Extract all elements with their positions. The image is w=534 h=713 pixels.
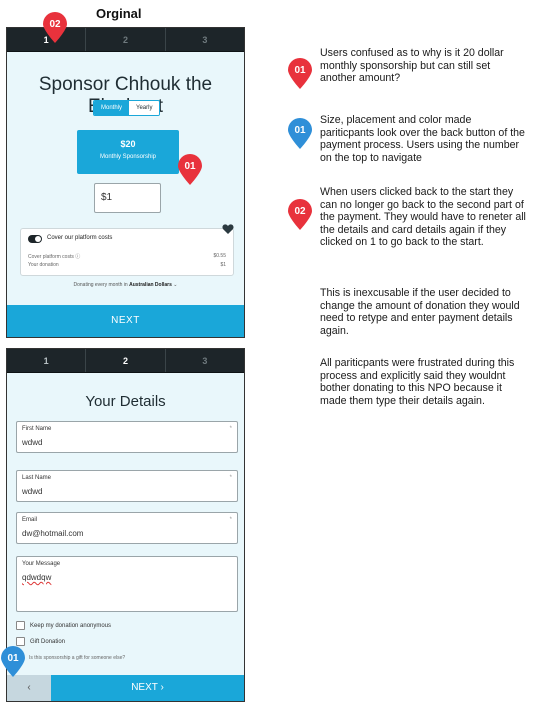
- marker-number: 02: [49, 19, 61, 30]
- payment-step-2-screen: 1 2 3 Your Details First Name * wdwd Las…: [6, 348, 245, 702]
- heart-icon: [222, 224, 234, 234]
- cover-costs-box: Cover our platform costs Cover platform …: [20, 228, 234, 276]
- step-2-tab[interactable]: 2: [86, 349, 166, 372]
- last-name-field[interactable]: Last Name * wdwd: [16, 470, 238, 502]
- donation-label: Your donation: [28, 262, 59, 268]
- marker-number: 02: [294, 206, 306, 217]
- payment-step-1-screen: 1 2 3 Sponsor Chhouk the Elephant Monthl…: [6, 27, 245, 338]
- frequency-toggle: Monthly Yearly: [93, 100, 161, 116]
- annotation-marker-01: 01: [287, 58, 313, 90]
- gift-note: Is this sponsorship a gift for someone e…: [29, 655, 126, 661]
- required-marker: *: [229, 517, 232, 523]
- cover-costs-switch[interactable]: [28, 235, 42, 243]
- message-value: qdwdqw: [22, 573, 52, 582]
- annotation-marker-02: 02: [287, 199, 313, 231]
- marker-number: 01: [294, 125, 306, 136]
- details-title: Your Details: [85, 393, 166, 410]
- required-marker: *: [229, 475, 232, 481]
- last-name-value: wdwd: [22, 487, 43, 496]
- step-3-tab[interactable]: 3: [166, 349, 244, 372]
- note-frustration: All pariticpants were frustrated during …: [320, 357, 515, 407]
- step-3-tab[interactable]: 3: [166, 28, 244, 51]
- monthly-toggle-button[interactable]: Monthly: [94, 101, 130, 115]
- amount-label: Monthly Sponsorship: [99, 154, 157, 160]
- anonymous-label: Keep my donation anonymous: [30, 622, 112, 629]
- first-name-field[interactable]: First Name * wdwd: [16, 421, 238, 453]
- anonymous-checkbox-row[interactable]: Keep my donation anonymous: [16, 621, 111, 630]
- donation-value: $1: [220, 262, 226, 268]
- email-label: Email: [22, 517, 38, 523]
- donation-row: Your donation $1: [28, 262, 226, 268]
- note-amount-confusion: Users confused as to why is it 20 dollar…: [320, 47, 504, 84]
- annotation-marker-01: 01: [177, 154, 203, 186]
- message-field[interactable]: Your Message qdwdqw: [16, 556, 238, 612]
- currency-selector[interactable]: Donating every month in Australian Dolla…: [7, 282, 244, 288]
- first-name-value: wdwd: [22, 438, 43, 447]
- yearly-toggle-button[interactable]: Yearly: [129, 101, 160, 115]
- note-navigation-reset: When users clicked back to the start the…: [320, 186, 526, 248]
- amount-value: $20: [120, 139, 136, 149]
- step-2-tab[interactable]: 2: [86, 28, 166, 51]
- gift-checkbox-row[interactable]: Gift Donation: [16, 637, 65, 646]
- marker-number: 01: [7, 653, 19, 664]
- marker-number: 01: [184, 161, 196, 172]
- platform-cost-value: $0.55: [213, 253, 226, 259]
- step-navigation-bar: 1 2 3: [7, 349, 244, 373]
- step-1-tab[interactable]: 1: [7, 349, 87, 372]
- currency-prefix: Donating every month in: [73, 282, 130, 288]
- anonymous-checkbox[interactable]: [16, 621, 25, 630]
- annotation-marker-01-blue: 01: [287, 118, 313, 150]
- chevron-down-icon: ⌄: [171, 282, 178, 288]
- next-button[interactable]: NEXT: [7, 305, 244, 337]
- amount-card[interactable]: $20 Monthly Sponsorship: [77, 130, 179, 174]
- cover-costs-label: Cover our platform costs: [47, 235, 113, 241]
- note-retype-details: This is inexcusable if the user decided …: [320, 287, 520, 337]
- currency-name: Australian Dollars: [129, 282, 172, 288]
- platform-cost-label: Cover platform costs ⓘ: [28, 254, 81, 260]
- next-button[interactable]: NEXT ›: [51, 675, 244, 701]
- custom-amount-input[interactable]: $1: [94, 183, 161, 213]
- annotation-marker-01-blue: 01: [0, 646, 26, 678]
- email-value: dw@hotmail.com: [22, 529, 84, 538]
- message-label: Your Message: [22, 561, 61, 567]
- annotation-marker-02: 02: [42, 12, 68, 44]
- last-name-label: Last Name: [22, 475, 52, 481]
- marker-number: 01: [294, 65, 306, 76]
- first-name-label: First Name: [22, 426, 52, 432]
- platform-cost-row: Cover platform costs ⓘ $0.55: [28, 253, 226, 260]
- back-button[interactable]: ‹: [7, 675, 51, 701]
- gift-label: Gift Donation: [30, 638, 66, 645]
- note-back-button: Size, placement and color made pariticpa…: [320, 114, 525, 164]
- gift-checkbox[interactable]: [16, 637, 25, 646]
- email-field[interactable]: Email * dw@hotmail.com: [16, 512, 238, 544]
- required-marker: *: [229, 426, 232, 432]
- page-title: Orginal: [96, 6, 142, 21]
